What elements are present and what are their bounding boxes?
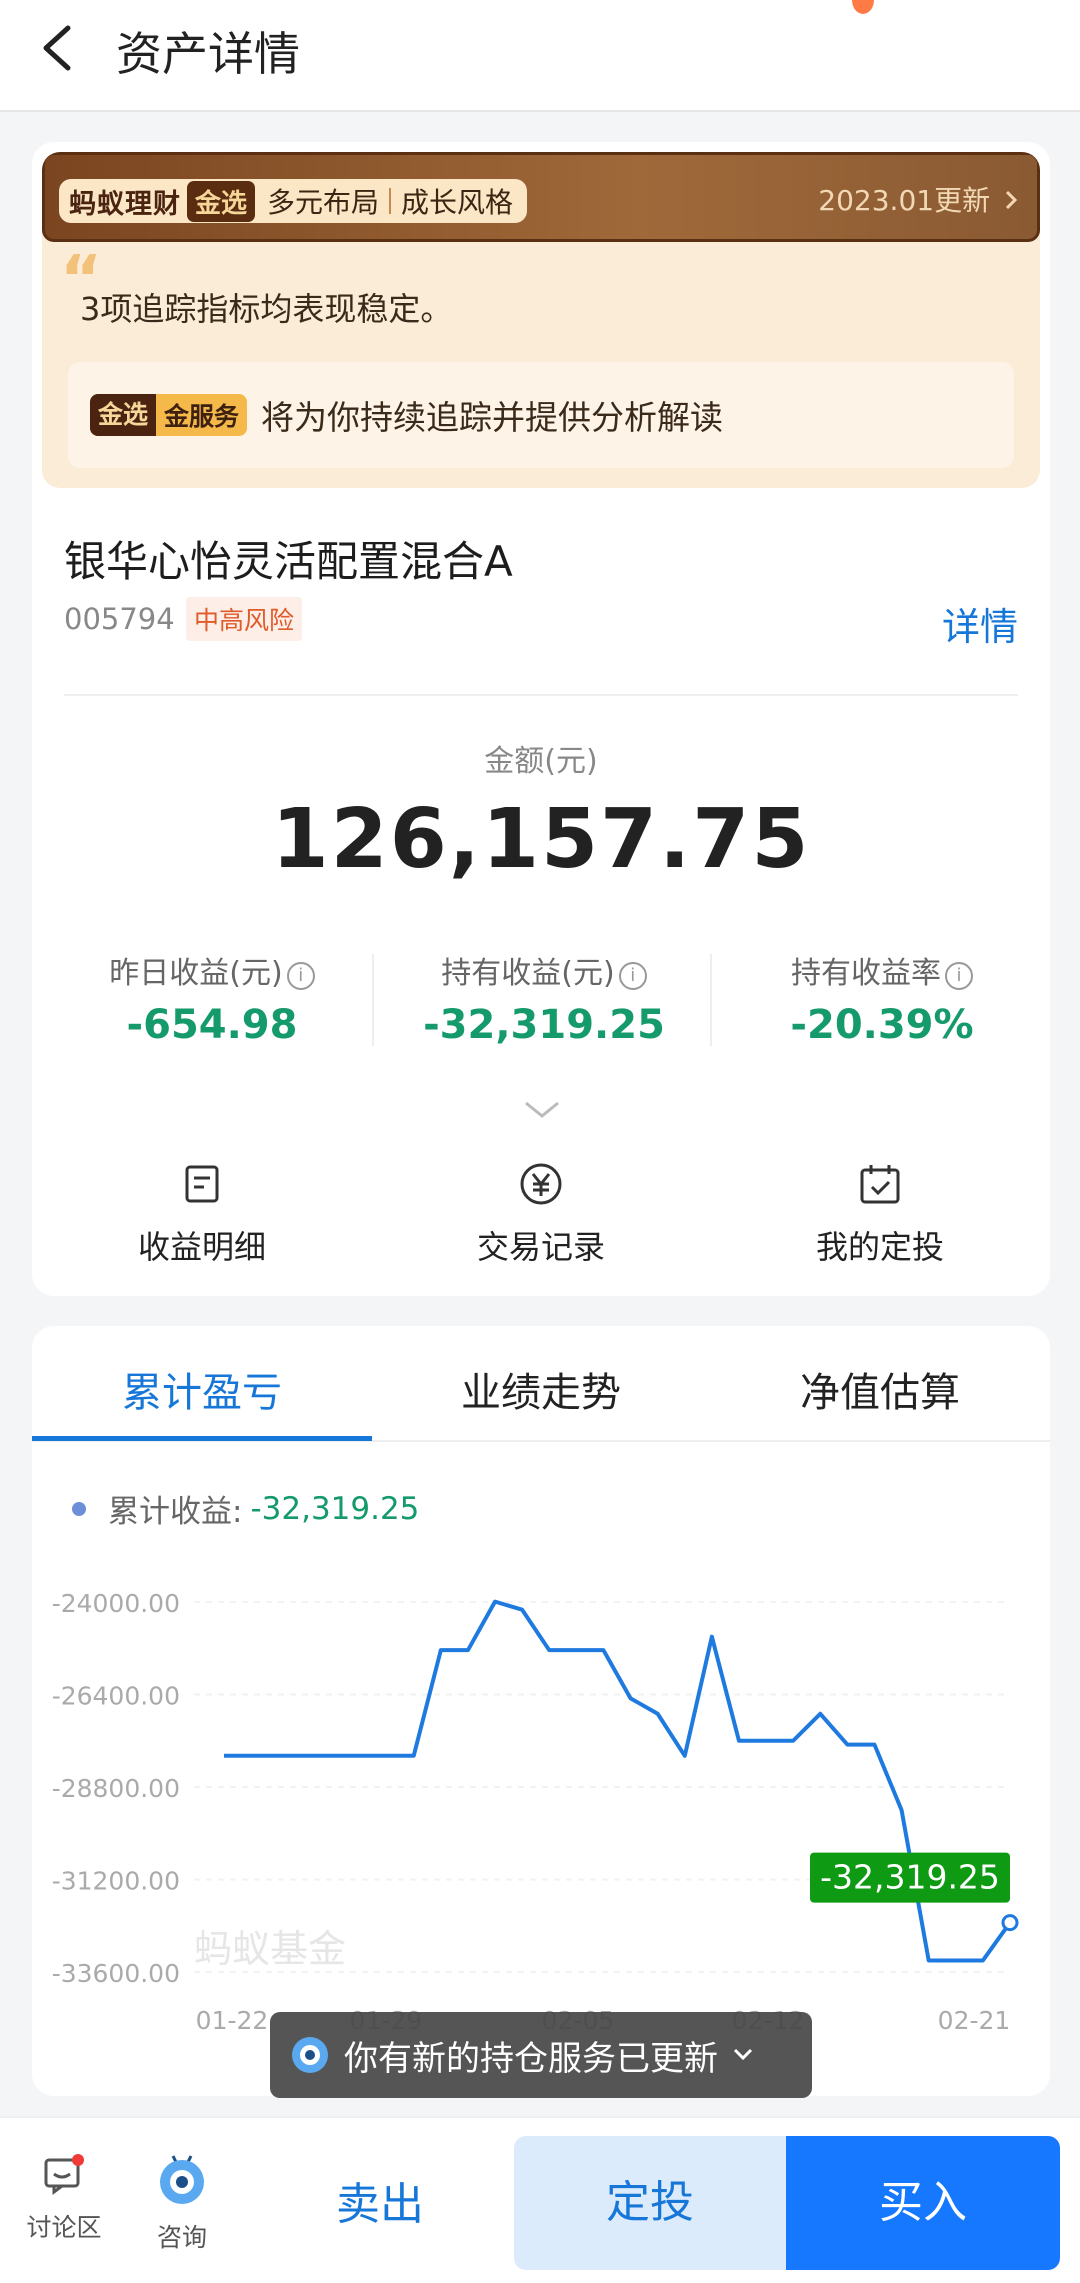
update-label: 2023.01更新 bbox=[818, 184, 991, 217]
chevron-left-icon bbox=[43, 25, 71, 71]
asset-card: 蚂蚁理财 金选 多元布局 成长风格 2023.01更新 “ 3项追踪指标均表现稳… bbox=[32, 142, 1050, 1296]
action-trade-record[interactable]: 交易记录 bbox=[371, 1160, 711, 1268]
jinxuan-banner[interactable]: 蚂蚁理财 金选 多元布局 成长风格 2023.01更新 “ 3项追踪指标均表现稳… bbox=[42, 152, 1040, 488]
y-tick-label: -26400.00 bbox=[52, 1682, 180, 1711]
amount-value: 126,157.75 bbox=[271, 792, 811, 887]
banner-summary: 3项追踪指标均表现稳定。 bbox=[80, 290, 453, 328]
action-income-detail[interactable]: 收益明细 bbox=[32, 1160, 372, 1268]
y-tick-label: -24000.00 bbox=[52, 1589, 180, 1618]
header-bar: 资产详情 bbox=[0, 0, 1080, 112]
service-badge: 金选 金服务 bbox=[90, 394, 248, 436]
chat-icon bbox=[44, 2154, 84, 2195]
stat-value: -32,319.25 bbox=[423, 1002, 665, 1048]
stat-rate: 持有收益率 i -20.39% bbox=[712, 948, 1050, 1048]
amount-label: 金额(元) bbox=[484, 744, 598, 779]
banner-header: 蚂蚁理财 金选 多元布局 成长风格 2023.01更新 bbox=[42, 152, 1040, 242]
stat-value: -654.98 bbox=[126, 1002, 298, 1048]
x-tick-label: 01-22 bbox=[196, 2006, 269, 2035]
jinxuan-badge: 金选 bbox=[187, 180, 256, 222]
document-icon bbox=[185, 1165, 219, 1203]
action-label: 收益明细 bbox=[137, 1228, 266, 1266]
stat-label: 持有收益率 bbox=[791, 956, 941, 991]
toast-text: 你有新的持仓服务已更新 bbox=[344, 2038, 718, 2079]
sell-button[interactable]: 卖出 bbox=[300, 2168, 460, 2232]
notification-dot bbox=[852, 0, 874, 14]
fund-code: 005794 bbox=[64, 602, 175, 636]
divider bbox=[64, 694, 1018, 696]
calendar-check-icon bbox=[860, 1165, 900, 1204]
brand-label: 蚂蚁理财 bbox=[69, 188, 181, 220]
consult-button[interactable]: 咨询 bbox=[132, 2152, 232, 2254]
stat-yesterday: 昨日收益(元) i -654.98 bbox=[42, 948, 382, 1048]
chevron-right-icon bbox=[1005, 190, 1018, 210]
dingtou-button[interactable]: 定投 bbox=[514, 2136, 786, 2270]
buy-button[interactable]: 买入 bbox=[786, 2136, 1060, 2270]
fund-tags: 蚂蚁理财 金选 多元布局 成长风格 bbox=[59, 179, 528, 223]
service-box: 金选 金服务 将为你持续追踪并提供分析解读 bbox=[68, 362, 1014, 468]
chart-watermark: 蚂蚁基金 bbox=[194, 1927, 346, 1971]
info-icon[interactable]: i bbox=[945, 962, 973, 990]
discuss-label: 讨论区 bbox=[26, 2213, 102, 2242]
stat-label: 持有收益(元) bbox=[441, 956, 615, 991]
detail-link[interactable]: 详情 bbox=[942, 596, 1018, 651]
chevron-down-icon bbox=[733, 2048, 753, 2061]
back-button[interactable] bbox=[36, 20, 80, 76]
info-icon[interactable]: i bbox=[286, 962, 315, 990]
action-label: 交易记录 bbox=[476, 1228, 605, 1266]
tag-diversified: 多元布局 bbox=[267, 186, 380, 219]
bottom-bar: 讨论区 咨询 卖出 定投 买入 bbox=[0, 2116, 1080, 2283]
discuss-button[interactable]: 讨论区 bbox=[14, 2152, 114, 2244]
assistant-icon bbox=[160, 2155, 204, 2204]
service-badge-jinxuan: 金选 bbox=[90, 394, 157, 436]
series-line bbox=[224, 1599, 1012, 1963]
chevron-down-icon bbox=[525, 1101, 559, 1118]
risk-badge: 中高风险 bbox=[186, 597, 303, 641]
x-tick-label: 02-21 bbox=[938, 2006, 1011, 2035]
update-link[interactable]: 2023.01更新 bbox=[818, 179, 1019, 219]
update-toast[interactable]: 你有新的持仓服务已更新 bbox=[270, 2012, 812, 2098]
stat-value: -20.39% bbox=[790, 1002, 974, 1048]
last-point-marker bbox=[1001, 1914, 1019, 1932]
page-title: 资产详情 bbox=[116, 27, 300, 81]
consult-label: 咨询 bbox=[156, 2223, 207, 2252]
yuan-circle-icon bbox=[520, 1163, 562, 1205]
stat-label: 昨日收益(元) bbox=[109, 956, 283, 991]
action-my-dingtou[interactable]: 我的定投 bbox=[710, 1160, 1050, 1268]
action-label: 我的定投 bbox=[815, 1228, 944, 1266]
cumulative-pnl-chart[interactable]: -24000.00 -26400.00 -28800.00 -31200.00 -336… bbox=[32, 1326, 1050, 2096]
tag-growth: 成长风格 bbox=[401, 186, 514, 219]
y-tick-label: -28800.00 bbox=[52, 1774, 180, 1803]
y-tick-label: -31200.00 bbox=[52, 1867, 180, 1896]
info-icon[interactable]: i bbox=[618, 962, 647, 990]
y-tick-label: -33600.00 bbox=[52, 1959, 180, 1988]
last-value-label: -32,319.25 bbox=[820, 1858, 1000, 1897]
assistant-icon bbox=[292, 2037, 328, 2073]
fund-name: 银华心怡灵活配置混合A bbox=[64, 537, 513, 586]
expand-button[interactable] bbox=[524, 1100, 560, 1124]
stat-holding: 持有收益(元) i -32,319.25 bbox=[374, 948, 714, 1048]
service-text: 将为你持续追踪并提供分析解读 bbox=[261, 398, 724, 437]
service-badge-jinfuwu: 金服务 bbox=[164, 402, 240, 431]
chart-card: 累计盈亏 业绩走势 净值估算 累计收益: -32,319.25 -24000.0… bbox=[32, 1326, 1050, 2096]
tag-divider bbox=[389, 188, 392, 214]
